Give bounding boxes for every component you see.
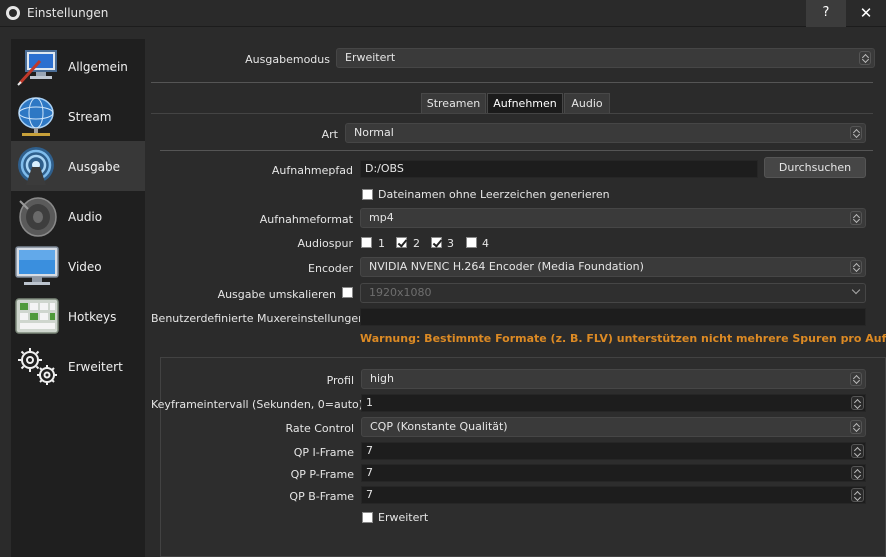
qp-p-frame-spinbox[interactable]: 7	[361, 464, 866, 482]
muxer-settings-label: Benutzerdefinierte Muxereinstellungen	[151, 312, 366, 325]
recording-format-label: Aufnahmeformat	[259, 213, 353, 226]
sidebar-item-ausgabe[interactable]: Ausgabe	[11, 141, 145, 191]
divider	[151, 82, 873, 83]
keyboard-icon	[15, 298, 59, 334]
rate-control-select[interactable]: CQP (Konstante Qualität)	[361, 417, 866, 437]
sidebar-item-erweitert[interactable]: Erweitert	[11, 341, 145, 391]
tab-bar-divider	[151, 113, 873, 114]
settings-sidebar: Allgemein Stream Ausgabe Audio Video Hot…	[11, 39, 145, 557]
multitrack-warning: Warnung: Bestimmte Formate (z. B. FLV) u…	[360, 332, 886, 345]
spin-arrows-icon[interactable]	[851, 488, 864, 502]
updown-arrows-icon	[850, 260, 862, 274]
sidebar-item-allgemein[interactable]: Allgemein	[11, 41, 145, 91]
close-button[interactable]: ✕	[846, 0, 886, 27]
rate-control-label: Rate Control	[285, 422, 354, 435]
divider	[160, 150, 873, 151]
advanced-checkbox[interactable]	[362, 512, 373, 523]
updown-arrows-icon	[850, 126, 862, 140]
gears-icon	[18, 348, 57, 385]
sidebar-item-stream[interactable]: Stream	[11, 91, 145, 141]
encoder-select[interactable]: NVIDIA NVENC H.264 Encoder (Media Founda…	[360, 257, 866, 277]
muxer-settings-field[interactable]	[360, 308, 866, 326]
qp-p-frame-value: 7	[366, 466, 373, 479]
audio-track-label: Audiospur	[297, 237, 353, 250]
tab-aufnehmen[interactable]: Aufnehmen	[487, 93, 563, 113]
audio-track-4-checkbox[interactable]	[466, 237, 477, 248]
recording-path-label: Aufnahmepfad	[271, 164, 353, 177]
keyframe-interval-value: 1	[366, 396, 373, 409]
recording-type-select[interactable]: Normal	[345, 123, 866, 143]
rescale-checkbox[interactable]	[342, 287, 353, 298]
tab-streamen[interactable]: Streamen	[421, 93, 486, 113]
rescale-resolution-select[interactable]: 1920x1080	[360, 283, 866, 303]
no-spaces-label: Dateinamen ohne Leerzeichen generieren	[378, 188, 610, 201]
output-mode-value: Erweitert	[345, 51, 396, 64]
qp-i-frame-value: 7	[366, 444, 373, 457]
audio-track-1-label: 1	[378, 237, 385, 250]
profile-label: Profil	[326, 374, 354, 387]
rate-control-value: CQP (Konstante Qualität)	[370, 420, 508, 433]
recording-format-select[interactable]: mp4	[360, 208, 866, 228]
profile-select[interactable]: high	[361, 369, 866, 389]
qp-p-frame-label: QP P-Frame	[290, 468, 354, 481]
output-settings-panel: Ausgabemodus Erweitert Streamen Aufnehme…	[151, 39, 886, 557]
recording-type-value: Normal	[354, 126, 394, 139]
updown-arrows-icon	[859, 51, 871, 65]
monitor-pen-icon	[17, 50, 57, 86]
audio-track-1-checkbox[interactable]	[361, 237, 372, 248]
audio-track-2-checkbox[interactable]	[396, 237, 407, 248]
tab-audio[interactable]: Audio	[564, 93, 610, 113]
help-button[interactable]: ?	[806, 0, 846, 27]
encoder-label: Encoder	[308, 262, 353, 275]
obs-logo-icon	[6, 6, 20, 20]
audio-track-4-label: 4	[482, 237, 489, 250]
type-label: Art	[321, 128, 338, 141]
audio-track-2-label: 2	[413, 237, 420, 250]
qp-b-frame-spinbox[interactable]: 7	[361, 486, 866, 504]
profile-value: high	[370, 372, 394, 385]
sidebar-item-video[interactable]: Video	[11, 241, 145, 291]
sidebar-item-label: Video	[68, 260, 102, 274]
sidebar-item-hotkeys[interactable]: Hotkeys	[11, 291, 145, 341]
no-spaces-checkbox[interactable]	[362, 189, 373, 200]
output-mode-select[interactable]: Erweitert	[336, 48, 875, 68]
keyframe-interval-label: Keyframeintervall (Sekunden, 0=auto)	[151, 398, 364, 411]
audio-track-3-checkbox[interactable]	[431, 237, 442, 248]
sidebar-item-label: Audio	[68, 210, 103, 224]
encoder-value: NVIDIA NVENC H.264 Encoder (Media Founda…	[369, 260, 644, 273]
spin-arrows-icon[interactable]	[851, 396, 864, 410]
rescale-resolution-value: 1920x1080	[369, 286, 432, 299]
qp-i-frame-spinbox[interactable]: 7	[361, 442, 866, 460]
rescale-label: Ausgabe umskalieren	[217, 288, 336, 301]
output-mode-label: Ausgabemodus	[245, 53, 330, 66]
sidebar-item-audio[interactable]: Audio	[11, 191, 145, 241]
qp-b-frame-value: 7	[366, 488, 373, 501]
sidebar-item-label: Allgemein	[68, 60, 128, 74]
speaker-icon	[19, 197, 57, 237]
title-bar: Einstellungen ? ✕	[0, 0, 886, 27]
chevron-down-icon	[851, 285, 861, 295]
recording-path-field[interactable]: D:/OBS	[360, 160, 758, 178]
recording-format-value: mp4	[369, 211, 394, 224]
sidebar-item-label: Stream	[68, 110, 112, 124]
keyframe-interval-spinbox[interactable]: 1	[361, 394, 866, 412]
updown-arrows-icon	[850, 420, 862, 434]
browse-button[interactable]: Durchsuchen	[764, 157, 866, 178]
globe-network-icon	[18, 97, 54, 136]
broadcast-icon	[18, 147, 54, 185]
sidebar-item-label: Ausgabe	[68, 160, 121, 174]
monitor-icon	[15, 246, 59, 285]
qp-i-frame-label: QP I-Frame	[293, 446, 354, 459]
updown-arrows-icon	[850, 372, 862, 386]
audio-track-3-label: 3	[447, 237, 454, 250]
sidebar-item-label: Erweitert	[68, 360, 123, 374]
spin-arrows-icon[interactable]	[851, 466, 864, 480]
window-title: Einstellungen	[27, 6, 109, 20]
qp-b-frame-label: QP B-Frame	[289, 490, 354, 503]
sidebar-item-label: Hotkeys	[68, 310, 117, 324]
advanced-label: Erweitert	[378, 511, 429, 524]
spin-arrows-icon[interactable]	[851, 444, 864, 458]
updown-arrows-icon	[850, 211, 862, 225]
